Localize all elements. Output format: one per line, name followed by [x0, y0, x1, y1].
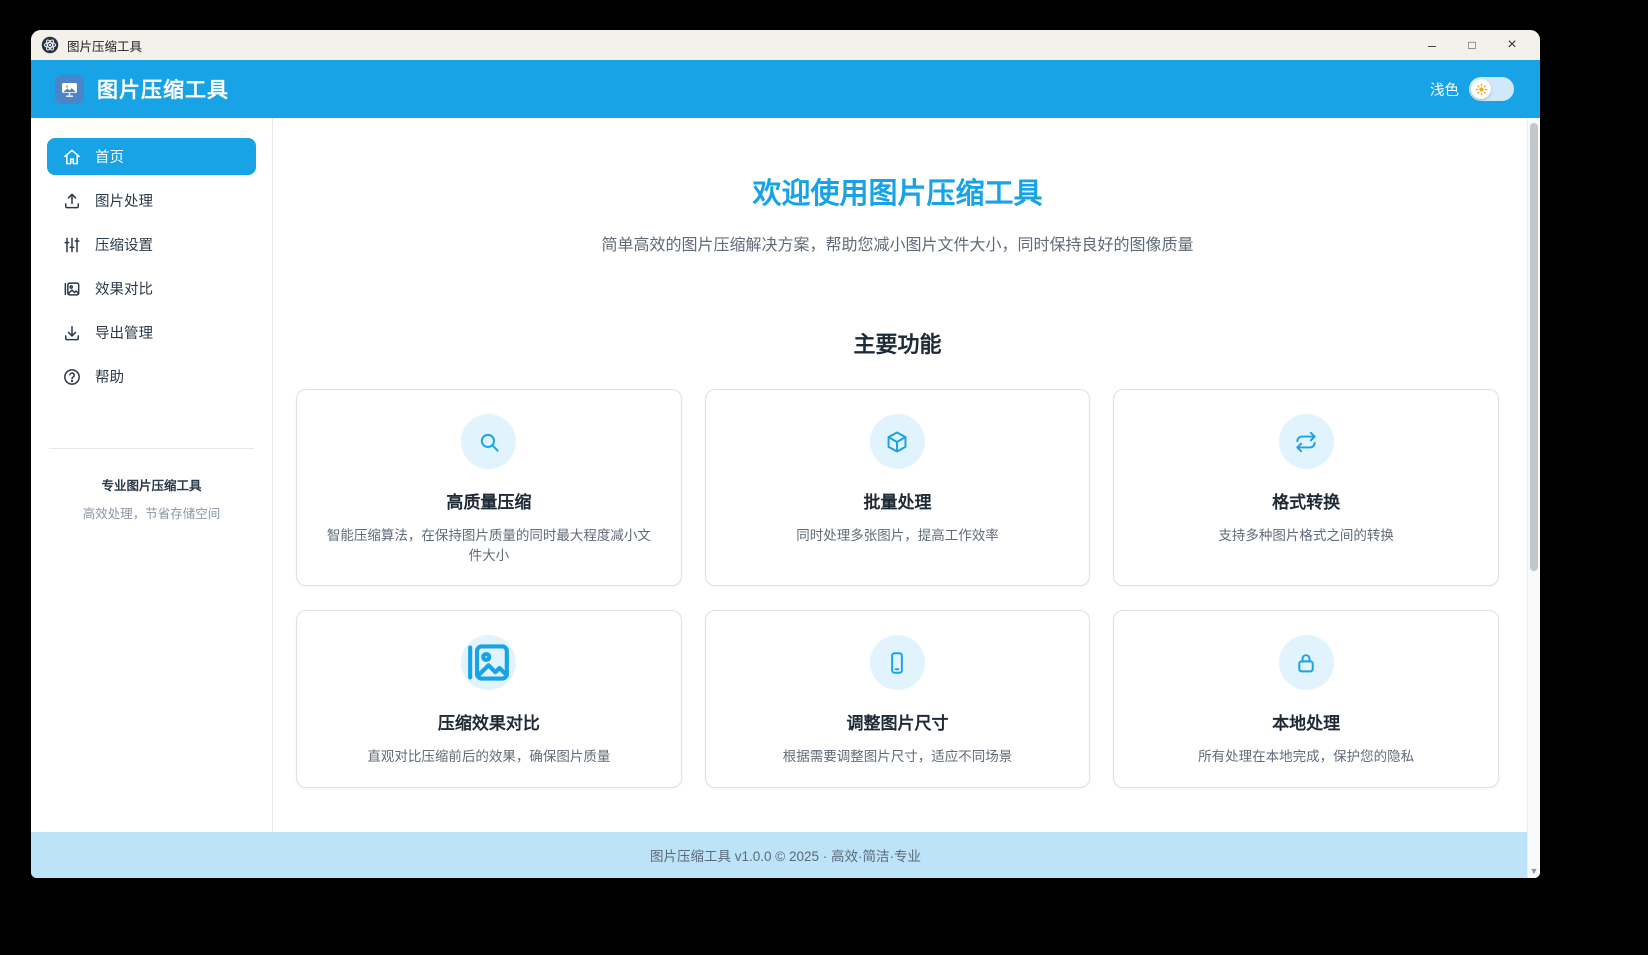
sidebar-item-home[interactable]: 首页	[47, 138, 256, 175]
feature-card-high-quality-compression[interactable]: 高质量压缩 智能压缩算法，在保持图片质量的同时最大程度减小文件大小	[296, 389, 682, 586]
card-title: 格式转换	[1138, 488, 1474, 513]
sidebar-item-label: 导出管理	[95, 322, 153, 343]
card-description: 直观对比压缩前后的效果，确保图片质量	[321, 747, 657, 767]
app-logo-icon	[55, 75, 84, 104]
sidebar-item-label: 压缩设置	[95, 234, 153, 255]
card-description: 同时处理多张图片，提高工作效率	[730, 526, 1066, 546]
sidebar-item-label: 效果对比	[95, 278, 153, 299]
feature-card-grid: 高质量压缩 智能压缩算法，在保持图片质量的同时最大程度减小文件大小 批量处理 同…	[296, 389, 1499, 788]
scrollbar-down-arrow[interactable]: ▼	[1528, 866, 1540, 876]
sidebar-item-image-processing[interactable]: 图片处理	[47, 182, 256, 219]
main-content: 欢迎使用图片压缩工具 简单高效的图片压缩解决方案，帮助您减小图片文件大小，同时保…	[273, 118, 1540, 832]
sidebar-item-help[interactable]: 帮助	[47, 358, 256, 395]
sidebar-footer: 专业图片压缩工具 高效处理，节省存储空间	[47, 475, 256, 522]
welcome-title: 欢迎使用图片压缩工具	[296, 170, 1499, 212]
upload-icon	[62, 191, 82, 211]
sun-icon	[1471, 79, 1491, 99]
content-row: 首页 图片处理 压缩设置 效果对比 导出管理 帮助 专业图片压缩工具 高效处理，…	[31, 118, 1540, 832]
feature-card-batch-processing[interactable]: 批量处理 同时处理多张图片，提高工作效率	[705, 389, 1091, 586]
home-icon	[62, 147, 82, 167]
sidebar-divider	[49, 448, 254, 449]
welcome-subtitle: 简单高效的图片压缩解决方案，帮助您减小图片文件大小，同时保持良好的图像质量	[296, 231, 1499, 255]
compare-icon	[62, 279, 82, 299]
sidebar-footer-subtitle: 高效处理，节省存储空间	[47, 503, 256, 522]
search-icon	[461, 414, 516, 469]
lock-icon	[1279, 635, 1334, 690]
theme-toggle[interactable]	[1469, 77, 1514, 101]
scrollbar-thumb[interactable]	[1530, 123, 1538, 571]
card-description: 根据需要调整图片尺寸，适应不同场景	[730, 747, 1066, 767]
sidebar-item-export-management[interactable]: 导出管理	[47, 314, 256, 351]
footer-text: 图片压缩工具 v1.0.0 © 2025 · 高效·简洁·专业	[650, 845, 921, 865]
compare-icon	[461, 635, 516, 690]
phone-icon	[870, 635, 925, 690]
card-title: 压缩效果对比	[321, 709, 657, 734]
sidebar-nav: 首页 图片处理 压缩设置 效果对比 导出管理 帮助	[47, 138, 256, 402]
card-description: 所有处理在本地完成，保护您的隐私	[1138, 747, 1474, 767]
maximize-button[interactable]: □	[1452, 32, 1492, 58]
card-description: 智能压缩算法，在保持图片质量的同时最大程度减小文件大小	[321, 526, 657, 565]
feature-card-format-conversion[interactable]: 格式转换 支持多种图片格式之间的转换	[1113, 389, 1499, 586]
app-title: 图片压缩工具	[97, 74, 229, 104]
feature-card-compression-comparison[interactable]: 压缩效果对比 直观对比压缩前后的效果，确保图片质量	[296, 610, 682, 788]
app-footer: 图片压缩工具 v1.0.0 © 2025 · 高效·简洁·专业	[31, 832, 1540, 878]
titlebar: 图片压缩工具 – □ ×	[31, 30, 1540, 60]
window-title: 图片压缩工具	[67, 36, 142, 55]
box-icon	[870, 414, 925, 469]
card-title: 批量处理	[730, 488, 1066, 513]
close-button[interactable]: ×	[1492, 32, 1532, 58]
features-title: 主要功能	[296, 327, 1499, 359]
feature-card-local-processing[interactable]: 本地处理 所有处理在本地完成，保护您的隐私	[1113, 610, 1499, 788]
sidebar-item-compression-settings[interactable]: 压缩设置	[47, 226, 256, 263]
sidebar-item-effect-comparison[interactable]: 效果对比	[47, 270, 256, 307]
help-icon	[62, 367, 82, 387]
app-taskbar-icon	[41, 36, 59, 54]
minimize-button[interactable]: –	[1412, 32, 1452, 58]
sliders-icon	[62, 235, 82, 255]
app-window: 图片压缩工具 – □ × 图片压缩工具 浅色	[31, 30, 1540, 878]
card-title: 高质量压缩	[321, 488, 657, 513]
sidebar-item-label: 帮助	[95, 366, 124, 387]
feature-card-resize-image[interactable]: 调整图片尺寸 根据需要调整图片尺寸，适应不同场景	[705, 610, 1091, 788]
card-title: 本地处理	[1138, 709, 1474, 734]
sidebar-footer-title: 专业图片压缩工具	[47, 475, 256, 494]
scrollbar[interactable]: ▼	[1527, 118, 1540, 878]
sidebar-item-label: 首页	[95, 146, 124, 167]
card-title: 调整图片尺寸	[730, 709, 1066, 734]
app-header: 图片压缩工具 浅色	[31, 60, 1540, 118]
download-icon	[62, 323, 82, 343]
card-description: 支持多种图片格式之间的转换	[1138, 526, 1474, 546]
sidebar-item-label: 图片处理	[95, 190, 153, 211]
theme-label: 浅色	[1430, 79, 1459, 100]
swap-icon	[1279, 414, 1334, 469]
sidebar: 首页 图片处理 压缩设置 效果对比 导出管理 帮助 专业图片压缩工具 高效处理，…	[31, 118, 273, 832]
